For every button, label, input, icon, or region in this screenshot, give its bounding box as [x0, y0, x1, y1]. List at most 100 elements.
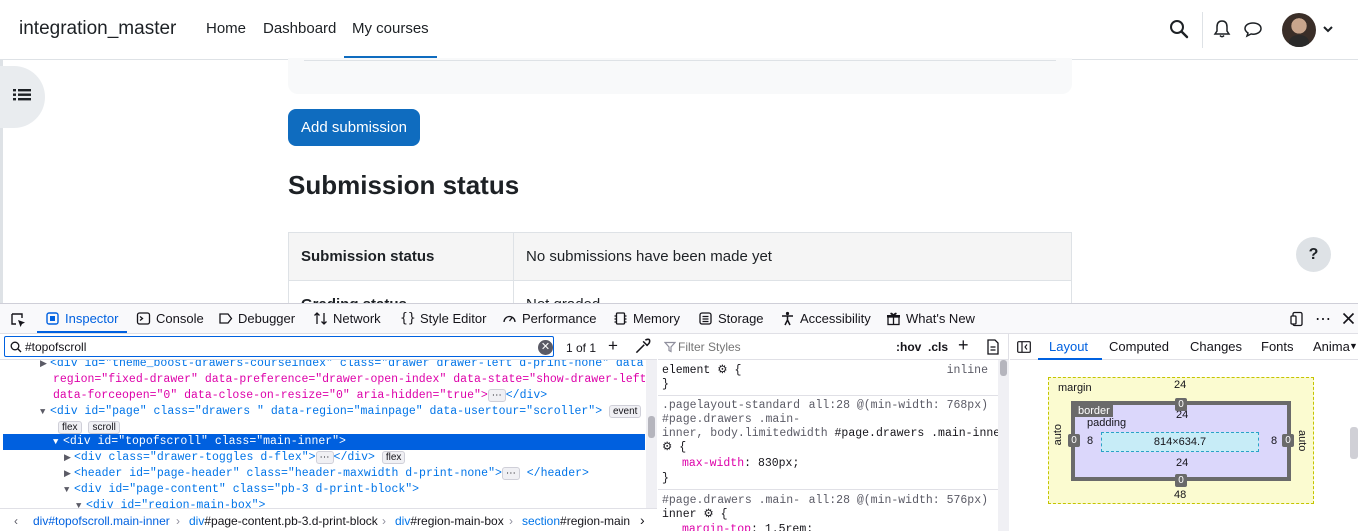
tab-fonts[interactable]: Fonts: [1261, 339, 1294, 354]
margin-right-value[interactable]: auto: [1296, 430, 1308, 451]
print-media-icon[interactable]: [986, 339, 1000, 355]
markup-scrollbar[interactable]: [646, 360, 657, 508]
tab-whats-new[interactable]: What's New: [886, 311, 975, 326]
tab-label: Debugger: [238, 311, 296, 326]
selector-text: element: [662, 364, 711, 377]
tab-debugger[interactable]: Debugger: [218, 311, 295, 326]
message-icon[interactable]: [1243, 19, 1263, 39]
filter-styles-input[interactable]: [678, 338, 888, 356]
scrollbar-thumb[interactable]: [648, 416, 655, 438]
breadcrumb-back-icon[interactable]: ‹: [14, 514, 18, 528]
nav-home[interactable]: Home: [206, 20, 246, 37]
breadcrumb-item[interactable]: div#region-main-box: [395, 514, 504, 528]
tab-network[interactable]: Network: [313, 311, 381, 326]
tab-computed[interactable]: Computed: [1109, 339, 1169, 354]
border-top-value[interactable]: 0: [1175, 398, 1187, 411]
chevron-down-icon[interactable]: ▼: [1349, 341, 1358, 351]
tab-style-editor[interactable]: {} Style Editor: [400, 311, 486, 326]
user-avatar[interactable]: [1282, 13, 1316, 47]
close-icon[interactable]: [1342, 312, 1355, 325]
tab-console[interactable]: Console: [136, 311, 204, 326]
add-rule-icon[interactable]: +: [958, 335, 969, 356]
tab-storage[interactable]: Storage: [698, 311, 764, 326]
add-node-icon[interactable]: +: [604, 337, 622, 355]
css-value[interactable]: 830px;: [758, 457, 799, 470]
rule-source[interactable]: inline: [947, 364, 988, 378]
border-bottom-value[interactable]: 0: [1175, 474, 1187, 487]
nav-my-courses[interactable]: My courses: [352, 20, 429, 37]
margin-left-value[interactable]: auto: [1052, 424, 1064, 445]
breadcrumb-forward-icon[interactable]: ›: [640, 512, 645, 528]
help-button[interactable]: ?: [1296, 237, 1331, 272]
more-options-icon[interactable]: ⋯: [1315, 309, 1332, 329]
collapsed-badge[interactable]: ⋯: [487, 389, 506, 402]
tab-changes[interactable]: Changes: [1190, 339, 1242, 354]
tree-node-continuation: region="fixed-drawer" data-preference="d…: [53, 372, 645, 388]
rules-scrollbar[interactable]: [998, 360, 1009, 531]
collapse-triangle-icon[interactable]: ▼: [53, 434, 63, 450]
clear-search-icon[interactable]: ✕: [538, 340, 553, 355]
braces-icon: {}: [400, 311, 416, 326]
margin-top-value[interactable]: 24: [1174, 379, 1186, 391]
bell-icon[interactable]: [1212, 19, 1232, 39]
tab-animations[interactable]: Anima: [1313, 339, 1350, 354]
crumb-tag: div: [189, 514, 205, 528]
element-picker-icon[interactable]: [10, 312, 26, 328]
table-row: Submission status No submissions have be…: [288, 232, 1072, 281]
gear-icon[interactable]: ⚙: [662, 441, 672, 454]
class-toggle[interactable]: .cls: [928, 340, 948, 354]
tab-layout[interactable]: Layout: [1049, 339, 1088, 354]
tree-node-courseindex[interactable]: ▶ <div id="theme_boost-drawers-courseinde…: [40, 360, 645, 372]
css-declaration[interactable]: margin-top: 1.5rem;: [682, 523, 813, 531]
rule-source[interactable]: all:28 @(min-width: 576px): [809, 494, 988, 508]
collapse-triangle-icon[interactable]: ▼: [40, 404, 50, 420]
rule-selector[interactable]: element ⚙ { inline: [662, 364, 994, 378]
tree-node-page[interactable]: ▼ <div id="page" class="drawers " data-re…: [40, 404, 642, 420]
expand-triangle-icon[interactable]: ▶: [40, 360, 50, 372]
css-value[interactable]: 1.5rem;: [765, 523, 813, 531]
chevron-down-icon[interactable]: [1322, 23, 1334, 35]
border-left-value[interactable]: 0: [1068, 434, 1080, 447]
search-icon[interactable]: [1169, 19, 1189, 39]
tree-node-topofscroll[interactable]: ▼ <div id="topofscroll" class="main-inner…: [53, 434, 346, 450]
brace: {: [734, 364, 742, 377]
rule-selector[interactable]: .pagelayout-standard all:28 @(min-width: …: [662, 399, 994, 413]
hover-state-toggle[interactable]: :hov: [896, 340, 921, 354]
tab-performance[interactable]: Performance: [502, 311, 596, 326]
rule-source[interactable]: all:28 @(min-width: 768px): [809, 399, 988, 413]
layout-scrollbar-thumb[interactable]: [1350, 427, 1358, 459]
scrollbar-thumb[interactable]: [1000, 360, 1007, 376]
selector-text-match: #page.drawers .main-inner: [834, 427, 998, 440]
flex-badge[interactable]: flex: [58, 421, 82, 434]
breadcrumb-item[interactable]: div#topofscroll.main-inner: [33, 514, 170, 528]
border-right-value[interactable]: 0: [1282, 434, 1294, 447]
event-badge[interactable]: event: [609, 405, 642, 418]
css-property[interactable]: max-width: [682, 457, 744, 470]
row-value: Not graded: [513, 280, 1072, 303]
breadcrumb-item[interactable]: div#page-content.pb-3.d-print-block: [189, 514, 378, 528]
crumb-tag: div: [395, 514, 411, 528]
padding-bottom-value[interactable]: 24: [1176, 457, 1188, 469]
margin-bottom-value[interactable]: 48: [1174, 489, 1186, 501]
breadcrumb-item[interactable]: section#region-main: [522, 514, 630, 528]
css-property[interactable]: margin-top: [682, 523, 751, 531]
tab-accessibility[interactable]: Accessibility: [780, 311, 871, 326]
padding-left-value[interactable]: 8: [1087, 435, 1093, 447]
scroll-badge[interactable]: scroll: [88, 421, 120, 434]
responsive-design-icon[interactable]: [1290, 311, 1306, 327]
rule-selector[interactable]: #page.drawers .main-all:28 @(min-width: …: [662, 494, 994, 508]
html-search-input[interactable]: [4, 336, 554, 357]
content-box[interactable]: 814×634.7: [1101, 432, 1259, 452]
selector-text: .pagelayout-standard: [662, 399, 801, 412]
toggle-sidebar-icon[interactable]: [1017, 341, 1031, 353]
selected-node-row[interactable]: ▼ <div id="topofscroll" class="main-inner…: [3, 434, 645, 450]
eyedropper-icon[interactable]: [633, 338, 651, 356]
tab-inspector[interactable]: Inspector: [45, 311, 118, 326]
tab-memory[interactable]: Memory: [613, 311, 680, 326]
padding-right-value[interactable]: 8: [1271, 435, 1277, 447]
nav-dashboard[interactable]: Dashboard: [263, 20, 336, 37]
css-declaration[interactable]: max-width: 830px;: [682, 457, 799, 471]
site-name[interactable]: integration_master: [19, 18, 176, 40]
gear-icon[interactable]: ⚙: [717, 364, 727, 377]
gear-icon[interactable]: ⚙: [703, 508, 713, 521]
